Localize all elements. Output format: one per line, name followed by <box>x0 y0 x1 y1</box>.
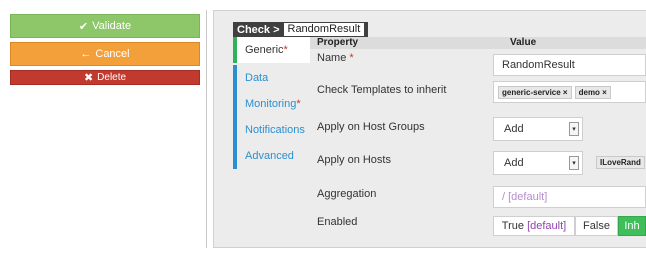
column-value: Value <box>510 37 537 48</box>
name-label: Name * <box>317 52 354 64</box>
enabled-false-option[interactable]: False <box>575 216 618 236</box>
required-marker: * <box>349 52 354 64</box>
hosts-selection: ILoveRand <box>593 153 646 171</box>
delete-label: Delete <box>97 72 127 83</box>
breadcrumb: Check > RandomResult <box>233 22 369 37</box>
breadcrumb-name: RandomResult <box>283 23 365 36</box>
templates-input[interactable]: generic-service × demo × <box>493 81 646 103</box>
section-nav: Generic * Data Monitoring * Notifications … <box>233 37 311 169</box>
delete-button[interactable]: ✖ Delete <box>10 70 200 85</box>
hosts-label: Apply on Hosts <box>317 154 391 166</box>
validate-button[interactable]: ✔ Validate <box>10 14 200 38</box>
tab-advanced-label: Advanced <box>245 150 294 162</box>
hosts-select[interactable]: Add ▾ <box>493 151 583 175</box>
name-label-text: Name <box>317 52 347 64</box>
arrow-left-icon: ← <box>80 48 92 60</box>
tab-monitoring[interactable]: Monitoring * <box>233 91 305 117</box>
aggregation-placeholder: / [default] <box>502 191 548 203</box>
false-label: False <box>583 220 610 232</box>
template-chip[interactable]: generic-service × <box>498 85 572 99</box>
tab-generic-label: Generic <box>245 44 284 56</box>
column-property: Property <box>317 37 359 48</box>
cancel-button[interactable]: ← Cancel <box>10 42 200 66</box>
tab-generic[interactable]: Generic * <box>233 37 311 63</box>
chevron-down-icon: ▾ <box>569 122 579 136</box>
enabled-label: Enabled <box>317 216 358 228</box>
enabled-true-option[interactable]: True [default] <box>493 216 575 236</box>
host-groups-label: Apply on Host Groups <box>317 121 425 133</box>
action-panel: ✔ Validate ← Cancel ✖ Delete <box>0 0 210 256</box>
pane-divider <box>206 10 207 248</box>
inherit-label: Inh <box>624 220 640 232</box>
tab-advanced[interactable]: Advanced <box>233 143 305 169</box>
true-label: True <box>501 220 524 232</box>
default-tag: [default] <box>527 220 567 232</box>
host-groups-select[interactable]: Add ▾ <box>493 117 583 141</box>
host-groups-select-value: Add <box>504 123 524 135</box>
breadcrumb-prefix: Check > <box>237 23 280 36</box>
tab-data-label: Data <box>245 72 269 84</box>
template-chip[interactable]: demo × <box>574 85 611 99</box>
tab-notifications-label: Notifications <box>245 124 305 136</box>
required-marker: * <box>283 44 288 56</box>
enabled-inherit-option[interactable]: Inh <box>618 216 646 236</box>
aggregation-label: Aggregation <box>317 188 377 200</box>
required-marker: * <box>296 98 301 110</box>
tab-data[interactable]: Data <box>233 65 305 91</box>
tab-notifications[interactable]: Notifications <box>233 117 305 143</box>
tab-monitoring-label: Monitoring <box>245 98 297 110</box>
chevron-down-icon: ▾ <box>569 156 579 170</box>
name-value: RandomResult <box>502 59 575 71</box>
validate-label: Validate <box>92 20 132 32</box>
check-icon: ✔ <box>78 20 89 33</box>
aggregation-input[interactable]: / [default] <box>493 186 646 208</box>
hosts-select-value: Add <box>504 157 524 169</box>
table-header: Property Value <box>310 37 646 49</box>
name-input[interactable]: RandomResult <box>493 54 646 76</box>
close-icon: ✖ <box>83 72 94 84</box>
cancel-label: Cancel <box>95 48 130 60</box>
templates-label: Check Templates to inherit <box>317 84 447 96</box>
host-chip[interactable]: ILoveRand <box>596 155 645 169</box>
